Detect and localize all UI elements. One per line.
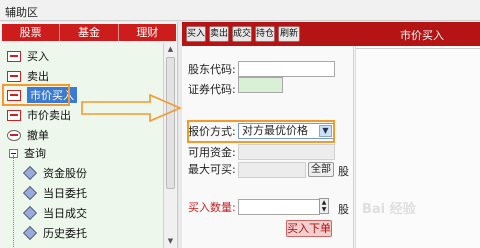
toolbar-buy-button[interactable]: 买入 [186,26,206,42]
toolbar-refresh-button[interactable]: 刷新 [278,26,300,42]
tab-wealth[interactable]: 理财 [119,24,176,41]
divider [356,48,480,49]
order-panel: 买入 卖出 成交 持仓 刷新 市价买入 股东代码: 证券代码: 报价方式: 对方… [182,22,480,248]
info-panel [355,46,480,248]
trading-window: 辅助区 股票 基金 理财 买入 卖出 市价买入 市价卖出 撤单 查询 资金股份 … [0,0,480,248]
max-buy-field [238,162,306,178]
tree-item-label: 历史委托 [43,227,87,240]
tab-funds[interactable]: 基金 [60,24,119,41]
query-icon [22,225,38,241]
tree-item-label: 买入 [27,50,49,63]
available-funds-field [238,144,335,160]
unit-label: 股 [338,165,349,178]
quantity-unit-label: 股 [338,203,349,216]
annotation-arrow-icon [81,93,183,123]
quantity-label: 买入数量: [188,201,236,214]
tree-item-label: 卖出 [27,70,49,83]
tree-item-market-sell[interactable]: 市价卖出 [2,106,71,124]
function-tree: 买入 卖出 市价买入 市价卖出 撤单 查询 资金股份 当日委托 当日成交 历史委… [2,43,162,248]
all-button[interactable]: 全部 [308,162,334,177]
left-panel: 股票 基金 理财 买入 卖出 市价买入 市价卖出 撤单 查询 资金股份 当日委托… [0,22,178,248]
shareholder-code-field[interactable] [238,61,335,77]
sell-icon [7,70,21,82]
scroll-down-icon[interactable]: ▼ [166,237,175,246]
tree-item-label: 市价卖出 [27,109,71,122]
max-buy-label: 最大可买: [188,163,236,176]
tree-item-cancel[interactable]: 撤单 [2,126,49,144]
tree-item-label: 查询 [24,147,46,160]
available-funds-label: 可用资金: [188,146,236,159]
security-row: 证券代码: [188,80,236,98]
scroll-up-icon[interactable]: ▲ [166,45,175,54]
tree-item-today-orders[interactable]: 当日委托 [2,184,87,202]
shareholder-row: 股东代码: [188,60,236,78]
tree-item-buy[interactable]: 买入 [2,47,49,65]
tree-item-label: 当日成交 [43,207,87,220]
query-icon [22,165,38,181]
query-icon [22,205,38,221]
security-code-field[interactable] [238,77,283,93]
watermark: Bai 经验 [362,202,416,217]
quantity-row: 买入数量: [188,198,236,216]
tree-item-today-deals[interactable]: 当日成交 [2,204,87,222]
market-sell-icon [7,109,21,121]
shareholder-label: 股东代码: [188,63,236,76]
highlight-box-price-mode [187,120,335,143]
panel-title: 市价买入 [400,29,444,42]
security-label: 证券代码: [188,83,236,96]
buy-icon [7,50,21,62]
order-form: 股东代码: 证券代码: 报价方式: 对方最优价格 ▼ 可用资金: 最大可买: 全… [182,46,354,248]
title-bar: 辅助区 [0,0,480,21]
toolbar-sell-button[interactable]: 卖出 [209,26,229,42]
tree-item-label: 资金股份 [43,167,87,180]
scroll-thumb[interactable] [166,57,175,189]
tree-item-label: 当日委托 [43,187,87,200]
tree-item-history-orders[interactable]: 历史委托 [2,224,87,242]
quantity-stepper[interactable]: ▲ ▼ [319,198,329,214]
tree-scrollbar[interactable]: ▲ ▼ [163,43,176,248]
highlight-box-tree [2,84,70,106]
tree-item-label: 撤单 [27,129,49,142]
tab-stocks[interactable]: 股票 [2,24,61,41]
buy-order-button[interactable]: 买入下单 [286,220,332,237]
toolbar-deals-button[interactable]: 成交 [232,26,252,42]
query-icon [22,185,38,201]
left-tabs: 股票 基金 理财 [2,24,176,41]
available-row: 可用资金: [188,143,236,161]
toolbar-positions-button[interactable]: 持仓 [255,26,275,42]
cancel-order-icon [7,129,21,141]
tree-item-sell[interactable]: 卖出 [2,67,49,85]
window-title: 辅助区 [5,6,38,19]
tree-item-funds-shares[interactable]: 资金股份 [2,164,87,182]
max-buy-row: 最大可买: [188,160,236,178]
quantity-field[interactable] [238,199,320,215]
tree-item-query[interactable]: 查询 [2,144,46,162]
order-toolbar: 买入 卖出 成交 持仓 刷新 市价买入 [182,22,480,46]
